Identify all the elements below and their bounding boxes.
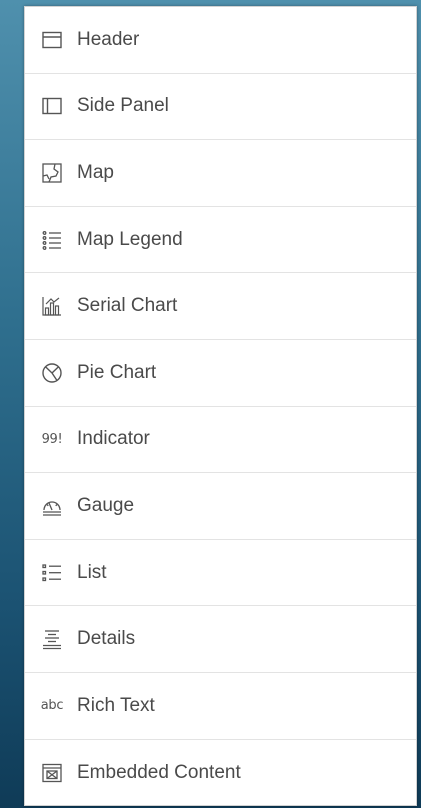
menu-item-label: Map: [77, 161, 114, 183]
menu-item-label: Embedded Content: [77, 761, 241, 783]
menu-item-serial-chart[interactable]: Serial Chart: [25, 273, 416, 340]
menu-item-label: Gauge: [77, 494, 135, 516]
rich-text-icon: abc: [40, 695, 64, 717]
side-panel-icon: [41, 95, 63, 117]
menu-item-label: Serial Chart: [77, 295, 178, 317]
menu-item-label: Indicator: [77, 428, 150, 450]
menu-item-label: Map Legend: [77, 228, 183, 250]
menu-item-details[interactable]: Details: [25, 606, 416, 673]
indicator-icon: 99!: [41, 428, 63, 450]
menu-item-header[interactable]: Header: [25, 7, 416, 74]
serial-chart-icon: [41, 295, 63, 317]
menu-item-indicator[interactable]: 99! Indicator: [25, 407, 416, 474]
map-icon: [41, 162, 63, 184]
rich-text-icon-text: abc: [40, 698, 64, 714]
add-widget-menu: Header Side Panel Map Map Legend Serial …: [24, 6, 417, 806]
menu-item-map[interactable]: Map: [25, 140, 416, 207]
menu-item-list[interactable]: List: [25, 540, 416, 607]
header-icon: [41, 29, 63, 51]
menu-item-gauge[interactable]: Gauge: [25, 473, 416, 540]
menu-item-label: Side Panel: [77, 95, 169, 117]
menu-item-label: Rich Text: [77, 694, 155, 716]
menu-item-label: Details: [77, 628, 136, 650]
menu-item-label: Header: [77, 28, 140, 50]
menu-item-side-panel[interactable]: Side Panel: [25, 74, 416, 141]
details-icon: [41, 628, 63, 650]
gauge-icon: [41, 495, 63, 517]
menu-item-rich-text[interactable]: abc Rich Text: [25, 673, 416, 740]
menu-item-label: Pie Chart: [77, 361, 157, 383]
indicator-icon-text: 99!: [41, 431, 63, 447]
menu-item-label: List: [77, 561, 107, 583]
pie-chart-icon: [41, 362, 63, 384]
menu-item-pie-chart[interactable]: Pie Chart: [25, 340, 416, 407]
menu-item-map-legend[interactable]: Map Legend: [25, 207, 416, 274]
menu-item-embedded-content[interactable]: Embedded Content: [25, 740, 416, 807]
list-icon: [41, 562, 63, 584]
embedded-content-icon: [41, 762, 63, 784]
map-legend-icon: [41, 229, 63, 251]
